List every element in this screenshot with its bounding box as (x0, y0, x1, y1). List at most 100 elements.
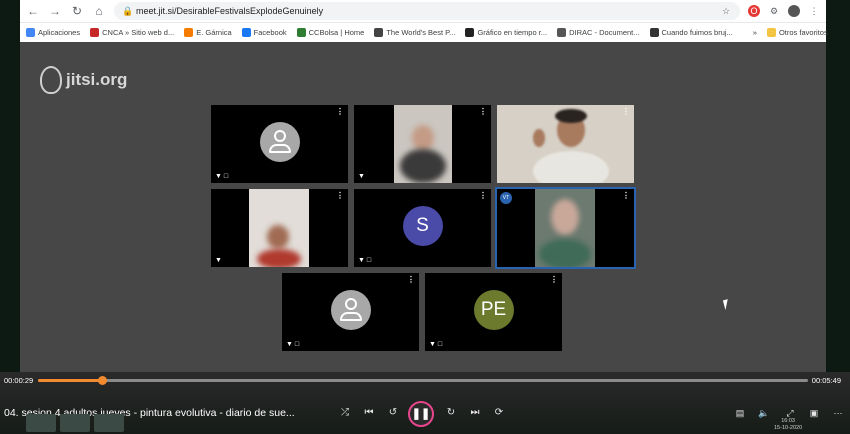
bookmark-favicon-icon (241, 28, 251, 37)
bookmark-favicon-icon (465, 28, 475, 37)
bookmark-item[interactable]: Aplicaciones (26, 28, 80, 37)
browser-window: ← → ↻ ⌂ 🔒 meet.jit.si/DesirableFestivals… (20, 0, 828, 42)
participant-tile-8[interactable]: PE ⋮ ▼ □ (425, 273, 562, 351)
home-icon[interactable]: ⌂ (92, 4, 106, 18)
jitsi-meeting: jitsi.org ⋮ ▼ □ ⋮ ▼ ⋮ ⋮ ▼ S ⋮ ▼ □ VT ⋮ ⋮… (20, 42, 826, 372)
windows-taskbar (0, 414, 170, 434)
profile-avatar[interactable] (788, 5, 800, 17)
tile-menu-icon[interactable]: ⋮ (479, 192, 487, 200)
extensions-puzzle-icon[interactable]: ⚙ (768, 5, 780, 17)
default-avatar-icon (259, 122, 300, 162)
browser-menu-icon[interactable]: ⋮ (808, 5, 820, 17)
current-time: 00:00:29 (4, 376, 34, 385)
muted-status-icons: ▼ (358, 173, 365, 180)
muted-status-icons: ▼ (215, 257, 222, 264)
participant-video (394, 105, 452, 183)
folder-icon (766, 28, 776, 37)
participant-tile-6-active-speaker[interactable]: VT ⋮ (497, 189, 634, 267)
reload-icon[interactable]: ↻ (70, 4, 84, 18)
bookmark-label: Gráfico en tiempo r... (477, 28, 548, 37)
bookmark-label: Cuando fuimos bruj... (661, 28, 733, 37)
seek-bar-progress (38, 379, 102, 382)
taskbar-app-chrome[interactable] (60, 414, 90, 432)
bookmark-item[interactable]: CNCA » Sitio web d... (90, 28, 174, 37)
bookmarks-bar: Aplicaciones CNCA » Sitio web d... E. Gárn… (20, 22, 828, 42)
more-options-icon[interactable]: ⋯ (832, 407, 844, 419)
participant-tile-2[interactable]: ⋮ ▼ (354, 105, 491, 183)
forward-30-icon[interactable]: ↻ (444, 406, 458, 420)
bookmark-favicon-icon (90, 28, 100, 37)
bookmark-item[interactable]: Gráfico en tiempo r... (465, 28, 547, 37)
taskbar-clock[interactable]: 16:03 15-10-2020 (774, 418, 802, 432)
bookmark-label: DIRAC - Document... (569, 28, 640, 37)
bookmark-favicon-icon (557, 28, 567, 37)
participant-tile-7[interactable]: ⋮ ▼ □ (282, 273, 419, 351)
taskbar-app-other[interactable] (94, 414, 124, 432)
rewind-10-icon[interactable]: ↺ (386, 406, 400, 420)
url-text[interactable]: meet.jit.si/DesirableFestivalsExplodeGen… (136, 6, 714, 16)
address-bar[interactable]: 🔒 meet.jit.si/DesirableFestivalsExplodeG… (114, 2, 740, 20)
bookmark-favicon-icon (26, 28, 35, 37)
previous-icon[interactable]: ⏮ (362, 406, 376, 420)
bookmark-label: The World's Best P... (386, 28, 456, 37)
tile-menu-icon[interactable]: ⋮ (479, 108, 487, 116)
bookmark-item[interactable]: Cuando fuimos bruj... (649, 28, 733, 37)
jitsi-logo-icon (40, 66, 62, 94)
muted-status-icons: ▼ □ (429, 341, 443, 348)
seek-thumb[interactable] (97, 376, 107, 385)
tile-menu-icon[interactable]: ⋮ (622, 108, 630, 116)
bookmarks-overflow-button[interactable]: » (753, 28, 757, 37)
clock-date: 15-10-2020 (774, 425, 803, 431)
default-avatar-icon (330, 290, 371, 330)
participant-tile-3[interactable]: ⋮ (497, 105, 634, 183)
browser-toolbar: ← → ↻ ⌂ 🔒 meet.jit.si/DesirableFestivals… (20, 0, 826, 22)
volume-icon[interactable]: 🔈 (758, 407, 770, 419)
seek-bar[interactable] (38, 376, 808, 385)
participant-tile-1[interactable]: ⋮ ▼ □ (211, 105, 348, 183)
back-icon[interactable]: ← (26, 4, 40, 18)
tile-menu-icon[interactable]: ⋮ (407, 276, 415, 284)
extension-opera-icon[interactable]: O (748, 5, 760, 17)
muted-status-icons: ▼ □ (215, 173, 229, 180)
pause-button[interactable]: ❚❚ (408, 401, 434, 427)
bookmark-item[interactable]: CCBolsa | Home (296, 28, 365, 37)
shuffle-icon[interactable]: ⤮ (338, 406, 352, 420)
bookmark-favicon-icon (649, 28, 659, 37)
bookmark-label: E. Gárnica (196, 28, 232, 37)
tile-menu-icon[interactable]: ⋮ (622, 192, 630, 200)
bookmark-favicon-icon (184, 28, 194, 37)
jitsi-logo[interactable]: jitsi.org (40, 66, 127, 94)
bookmark-item[interactable]: Facebook (241, 28, 287, 37)
tile-menu-icon[interactable]: ⋮ (336, 192, 344, 200)
participant-initials-avatar: PE (473, 290, 514, 330)
mini-player-icon[interactable]: ▣ (808, 407, 820, 419)
participant-tile-4[interactable]: ⋮ ▼ (211, 189, 348, 267)
star-icon[interactable]: ☆ (720, 5, 732, 17)
next-icon[interactable]: ⏭ (468, 406, 482, 420)
bookmark-label: Facebook (253, 28, 287, 37)
tile-menu-icon[interactable]: ⋮ (550, 276, 558, 284)
moderator-badge-icon: VT (500, 192, 512, 204)
bookmark-favicon-icon (374, 28, 384, 37)
bookmark-favicon-icon (296, 28, 306, 37)
repeat-icon[interactable]: ⟳ (492, 406, 506, 420)
participant-tile-5[interactable]: S ⋮ ▼ □ (354, 189, 491, 267)
other-bookmarks-folder[interactable]: Otros favoritos (766, 28, 828, 37)
bookmark-item[interactable]: E. Gárnica (184, 28, 232, 37)
bookmark-label: CNCA » Sitio web d... (102, 28, 175, 37)
participant-video (535, 189, 595, 267)
taskbar-app-explorer[interactable] (26, 414, 56, 432)
tile-menu-icon[interactable]: ⋮ (336, 108, 344, 116)
other-bookmarks-label: Otros favoritos (778, 28, 828, 37)
mouse-cursor-icon (722, 297, 736, 311)
participant-video (497, 105, 634, 183)
total-duration: 00:05:49 (811, 376, 841, 385)
captions-icon[interactable]: ▤ (734, 407, 746, 419)
bookmark-label: CCBolsa | Home (308, 28, 365, 37)
bookmark-item[interactable]: The World's Best P... (374, 28, 455, 37)
forward-icon[interactable]: → (48, 4, 62, 18)
bookmark-item[interactable]: DIRAC - Document... (557, 28, 640, 37)
muted-status-icons: ▼ □ (286, 341, 300, 348)
jitsi-logo-text: jitsi.org (66, 70, 128, 89)
screen: ← → ↻ ⌂ 🔒 meet.jit.si/DesirableFestivals… (0, 0, 850, 434)
